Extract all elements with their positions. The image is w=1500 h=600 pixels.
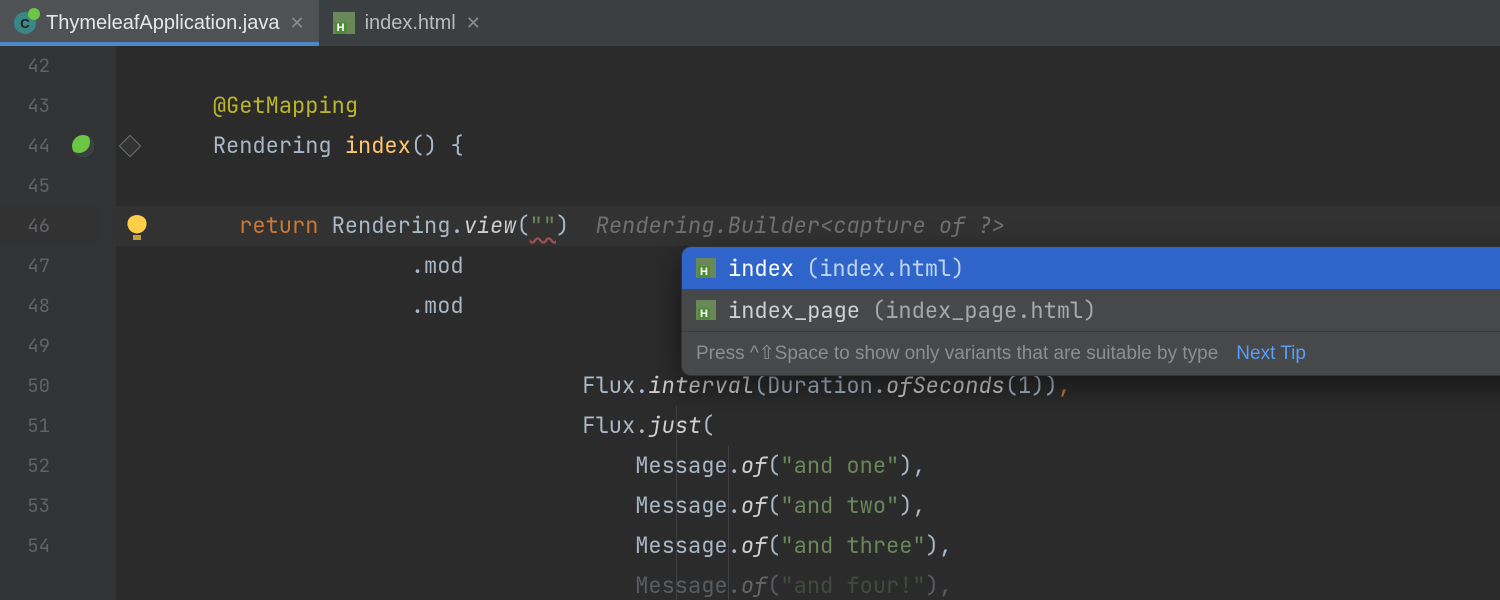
code-line: return Rendering.view("") Rendering.Buil… bbox=[116, 206, 1500, 246]
code-completion-popup: index (index.html) index_page (index_pag… bbox=[681, 246, 1500, 376]
line-number: 45 bbox=[0, 166, 102, 206]
code-line: Flux.just( bbox=[116, 406, 1500, 446]
code-line: Message.of("and four!"), bbox=[116, 566, 1500, 600]
tab-index-html[interactable]: index.html ✕ bbox=[319, 0, 495, 46]
next-tip-link[interactable]: Next Tip bbox=[1236, 343, 1306, 365]
completion-footer: Press ^⇧Space to show only variants that… bbox=[682, 331, 1500, 375]
completion-item-detail: (index_page.html) bbox=[872, 296, 1096, 325]
tab-thymeleaf-application[interactable]: ThymeleafApplication.java ✕ bbox=[0, 0, 319, 46]
java-class-icon bbox=[14, 12, 36, 34]
completion-item-detail: (index.html) bbox=[806, 254, 964, 283]
intention-bulb-icon[interactable] bbox=[126, 215, 148, 237]
completion-item[interactable]: index (index.html) bbox=[682, 247, 1500, 289]
code-editor[interactable]: 42 43 44 45 46 47 48 49 50 51 52 53 54 @… bbox=[0, 46, 1500, 600]
editor-tabbar: ThymeleafApplication.java ✕ index.html ✕ bbox=[0, 0, 1500, 46]
code-area[interactable]: @GetMapping Rendering index() { return R… bbox=[102, 46, 1500, 600]
completion-hint: Press ^⇧Space to show only variants that… bbox=[696, 342, 1218, 365]
line-number: 46 bbox=[0, 206, 102, 246]
tab-label: index.html bbox=[365, 12, 456, 35]
html-file-icon bbox=[333, 12, 355, 34]
line-number: 52 bbox=[0, 446, 102, 486]
code-line: Message.of("and one"), bbox=[116, 446, 1500, 486]
inline-type-hint: Rendering.Builder<capture of ?> bbox=[596, 211, 1005, 240]
code-line bbox=[116, 166, 1500, 206]
tab-label: ThymeleafApplication.java bbox=[46, 12, 279, 35]
line-number: 51 bbox=[0, 406, 102, 446]
code-line: Rendering index() { bbox=[116, 126, 1500, 166]
html-file-icon bbox=[696, 300, 716, 320]
line-number: 50 bbox=[0, 366, 102, 406]
code-line: Message.of("and three"), bbox=[116, 526, 1500, 566]
html-file-icon bbox=[696, 258, 716, 278]
code-line: @GetMapping bbox=[116, 86, 1500, 126]
close-icon[interactable]: ✕ bbox=[289, 13, 304, 34]
line-number: 53 bbox=[0, 486, 102, 526]
completion-item[interactable]: index_page (index_page.html) bbox=[682, 289, 1500, 331]
spring-gutter-icon[interactable] bbox=[72, 135, 94, 157]
code-line bbox=[116, 46, 1500, 86]
completion-item-name: index bbox=[728, 254, 794, 283]
code-line: Message.of("and two"), bbox=[116, 486, 1500, 526]
line-number: 44 bbox=[0, 126, 102, 166]
line-number: 42 bbox=[0, 46, 102, 86]
line-number: 43 bbox=[0, 86, 102, 126]
close-icon[interactable]: ✕ bbox=[466, 13, 481, 34]
line-number: 49 bbox=[0, 326, 102, 366]
line-number: 47 bbox=[0, 246, 102, 286]
gutter: 42 43 44 45 46 47 48 49 50 51 52 53 54 bbox=[0, 46, 102, 600]
line-number: 54 bbox=[0, 526, 102, 566]
completion-item-name: index_page bbox=[728, 296, 860, 325]
line-number: 48 bbox=[0, 286, 102, 326]
